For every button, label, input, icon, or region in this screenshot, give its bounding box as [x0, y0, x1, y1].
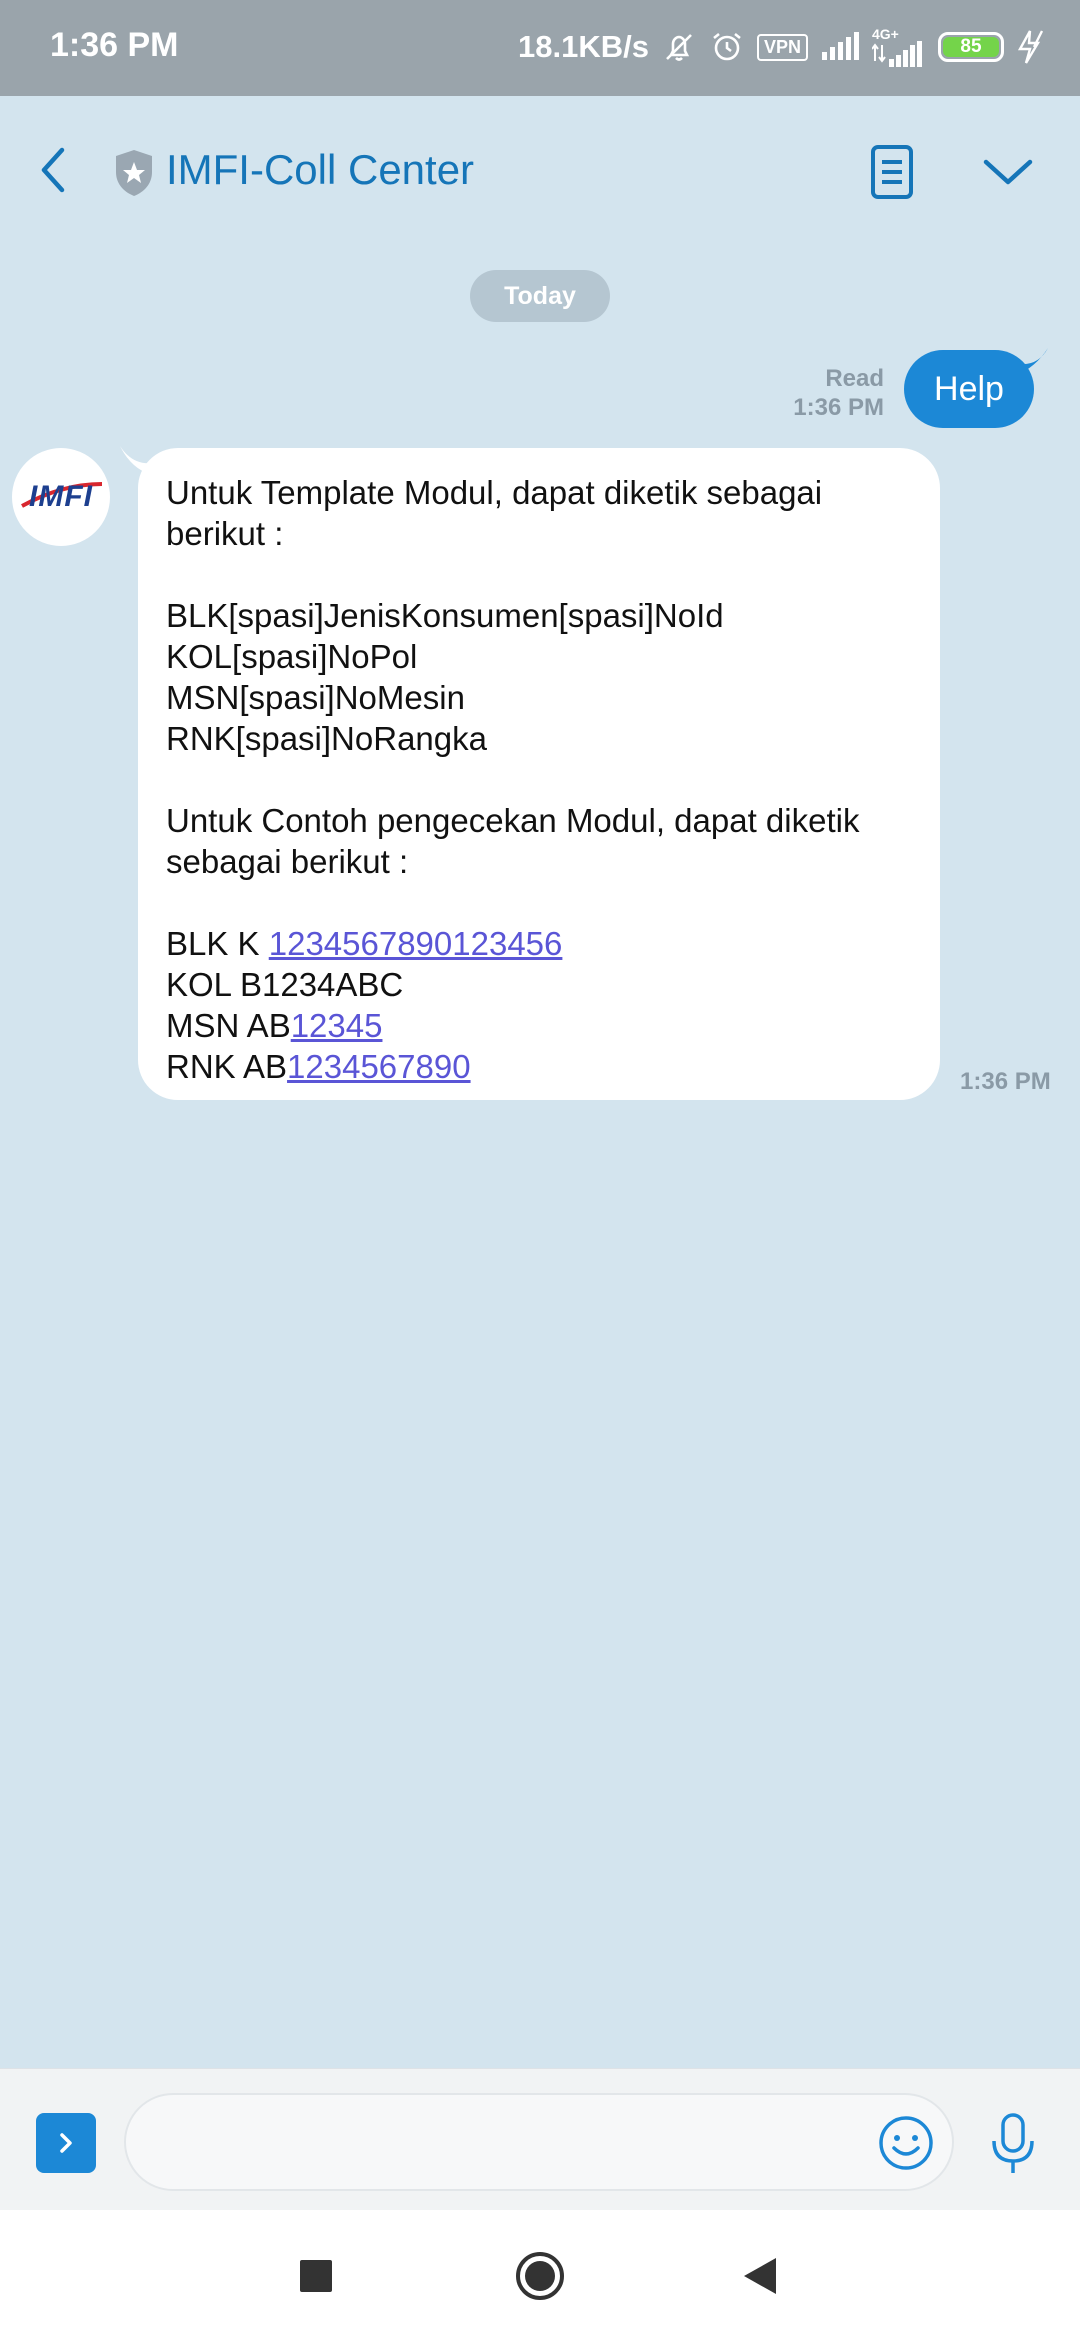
back-icon[interactable]	[740, 2254, 780, 2298]
chat-title[interactable]: IMFI-Coll Center	[166, 146, 474, 194]
battery-level: 85	[943, 36, 999, 57]
expand-icon[interactable]	[36, 2113, 96, 2173]
incoming-message[interactable]: Untuk Template Modul, dapat diketik seba…	[138, 448, 940, 1100]
example-line: BLK K 1234567890123456	[166, 923, 912, 964]
status-icons: 18.1KB/s VPN 4G+ 85	[518, 22, 1050, 72]
read-status: Read	[825, 365, 884, 392]
message-input[interactable]	[156, 2115, 856, 2171]
example-line: KOL B1234ABC	[166, 964, 912, 1005]
outgoing-message[interactable]: Help	[904, 350, 1034, 428]
example-prefix: BLK K	[166, 925, 269, 962]
example-line: RNK AB1234567890	[166, 1046, 912, 1087]
example-intro: Untuk Contoh pengecekan Modul, dapat dik…	[166, 802, 869, 880]
microphone-icon[interactable]	[986, 2111, 1040, 2177]
template-line: MSN[spasi]NoMesin	[166, 679, 465, 716]
muted-bell-icon	[661, 29, 697, 65]
incoming-time: 1:36 PM	[960, 1068, 1051, 1095]
chevron-down-icon[interactable]	[980, 152, 1036, 192]
template-line: BLK[spasi]JenisKonsumen[spasi]NoId	[166, 597, 724, 634]
example-prefix: MSN AB	[166, 1007, 291, 1044]
outgoing-message-text: Help	[934, 369, 1004, 408]
example-number-link[interactable]: 12345	[291, 1007, 383, 1044]
template-intro: Untuk Template Modul, dapat diketik seba…	[166, 474, 832, 552]
charging-icon	[1016, 29, 1050, 65]
example-number-link[interactable]: 1234567890123456	[269, 925, 563, 962]
network-type: 4G+	[872, 26, 899, 42]
back-arrow-icon[interactable]	[30, 140, 80, 200]
status-time: 1:36 PM	[50, 26, 179, 64]
alarm-icon	[709, 29, 745, 65]
signal-4g-icon: 4G+	[872, 27, 926, 67]
template-line: KOL[spasi]NoPol	[166, 638, 418, 675]
emoji-icon[interactable]	[876, 2113, 936, 2173]
example-number-link[interactable]: 1234567890	[287, 1048, 471, 1085]
example-prefix: KOL B1234ABC	[166, 966, 404, 1003]
outgoing-time: 1:36 PM	[793, 394, 884, 421]
home-icon[interactable]	[514, 2250, 566, 2302]
outgoing-meta: Read 1:36 PM	[793, 364, 884, 422]
avatar[interactable]: IMFI	[12, 448, 110, 546]
vpn-icon: VPN	[756, 33, 808, 61]
date-separator: Today	[470, 270, 610, 322]
recent-apps-icon[interactable]	[300, 2260, 332, 2292]
signal-icon	[820, 32, 860, 62]
system-nav-bar	[0, 2210, 1080, 2340]
chat-header: IMFI-Coll Center	[0, 96, 1080, 246]
message-input-bar	[0, 2068, 1080, 2210]
status-bar: 1:36 PM 18.1KB/s VPN 4G+ 85	[0, 0, 1080, 96]
document-list-icon[interactable]	[862, 142, 922, 202]
example-line: MSN AB12345	[166, 1005, 912, 1046]
battery-icon: 85	[938, 32, 1004, 62]
message-field[interactable]	[124, 2093, 954, 2191]
verified-shield-icon	[112, 148, 156, 198]
avatar-logo: IMFI	[29, 480, 93, 513]
template-line: RNK[spasi]NoRangka	[166, 720, 487, 757]
example-prefix: RNK AB	[166, 1048, 288, 1085]
network-speed: 18.1KB/s	[518, 29, 649, 64]
